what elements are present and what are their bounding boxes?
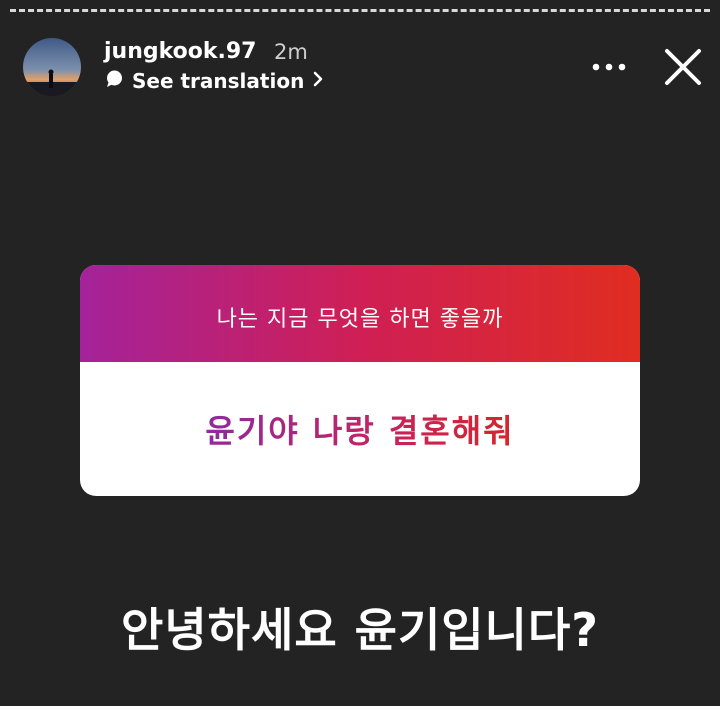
username[interactable]: jungkook.97 bbox=[104, 38, 257, 66]
question-sticker-body: 윤기야 나랑 결혼해줘 bbox=[80, 362, 640, 496]
more-options-button[interactable] bbox=[586, 50, 632, 80]
see-translation-link[interactable]: See translation bbox=[104, 67, 324, 95]
question-sticker[interactable]: 나는 지금 무엇을 하면 좋을까 윤기야 나랑 결혼해줘 bbox=[80, 265, 640, 496]
close-icon bbox=[663, 47, 703, 91]
see-translation-label: See translation bbox=[132, 69, 305, 93]
close-button[interactable] bbox=[658, 44, 708, 94]
avatar-photo bbox=[23, 38, 81, 96]
question-answer: 윤기야 나랑 결혼해줘 bbox=[205, 406, 514, 452]
avatar[interactable] bbox=[23, 38, 81, 96]
question-sticker-header: 나는 지금 무엇을 하면 좋을까 bbox=[80, 265, 640, 362]
story-progress-bar bbox=[10, 9, 710, 12]
speech-bubble-icon bbox=[104, 69, 124, 93]
story-caption: 안녕하세요 윤기입니다? bbox=[121, 603, 599, 657]
time-ago: 2m bbox=[274, 40, 308, 64]
chevron-right-icon bbox=[312, 70, 324, 92]
question-prompt: 나는 지금 무엇을 하면 좋을까 bbox=[216, 306, 504, 332]
more-dots-icon bbox=[592, 56, 626, 75]
